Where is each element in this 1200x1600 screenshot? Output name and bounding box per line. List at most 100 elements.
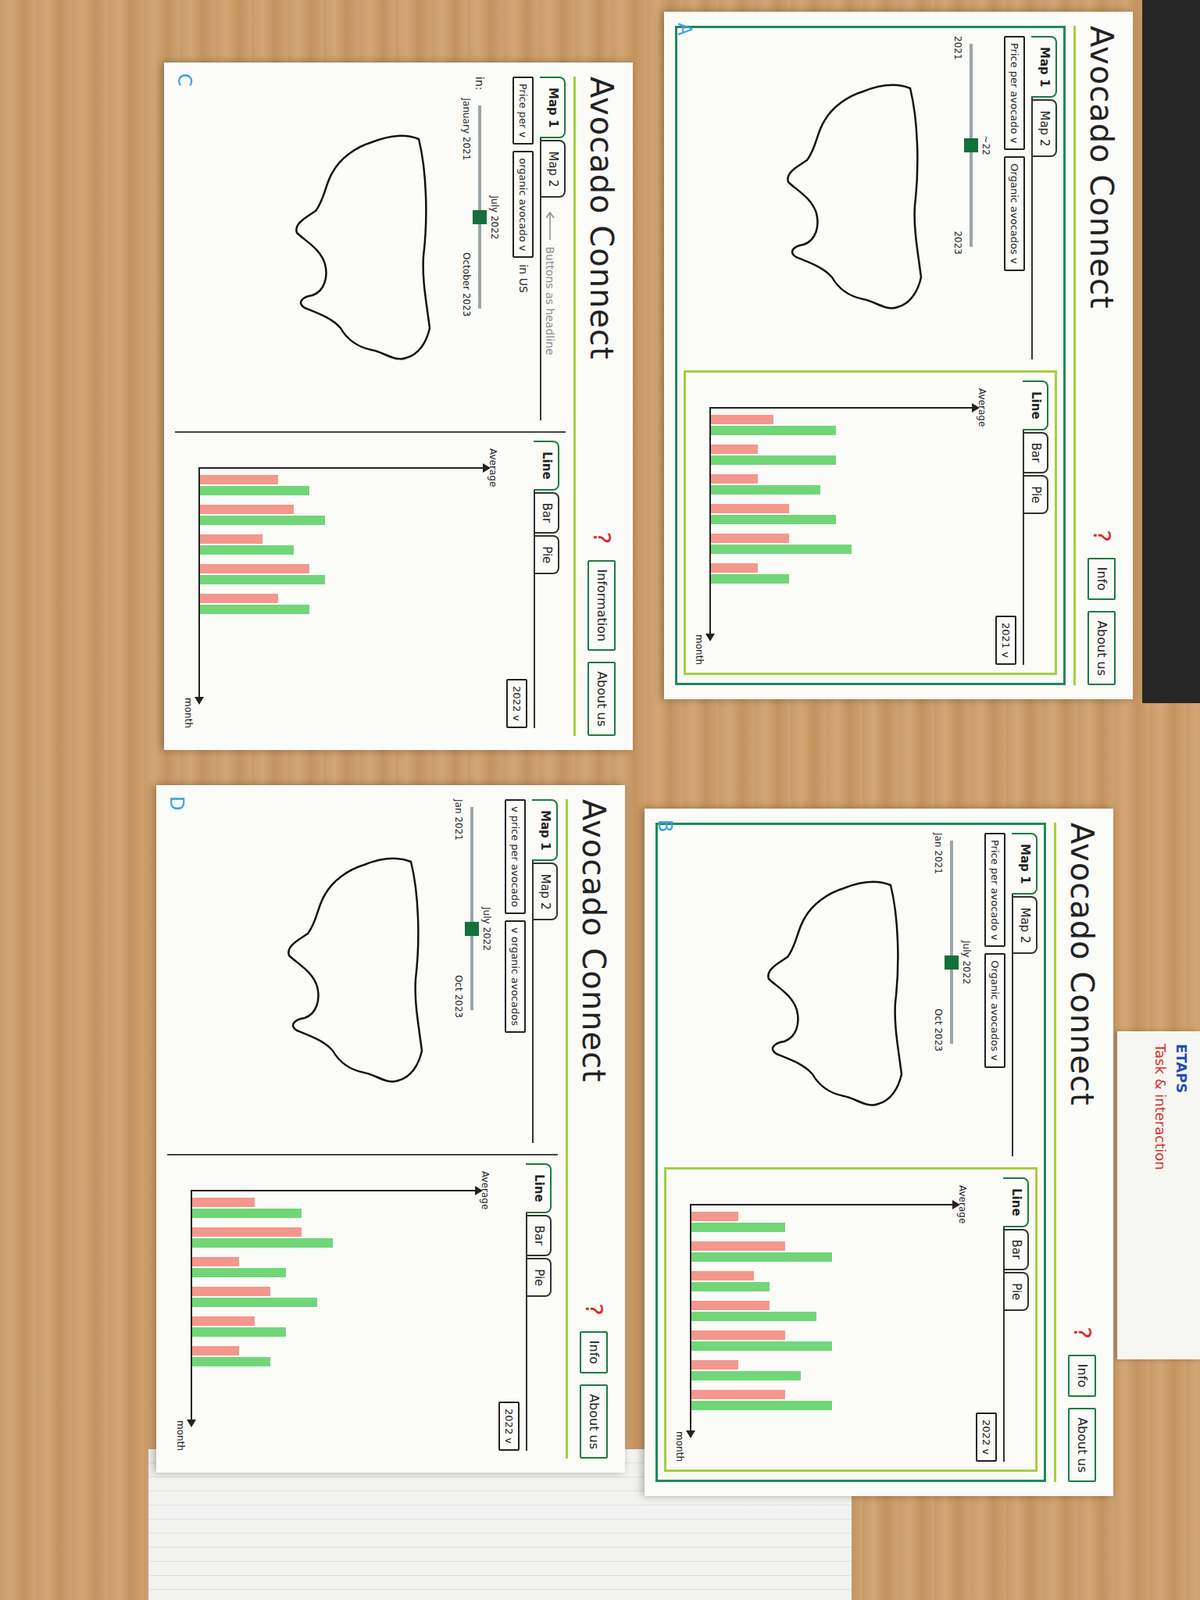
year-dropdown[interactable]: 2021 v (995, 615, 1018, 665)
bar[interactable] (691, 1222, 786, 1233)
bar[interactable] (192, 1257, 240, 1267)
time-slider[interactable]: July 2022Jan 2021Oct 2023 (928, 832, 975, 1052)
header-button[interactable]: Information (588, 560, 617, 652)
bar[interactable] (710, 574, 790, 584)
slider-thumb[interactable] (472, 210, 487, 225)
header-button[interactable]: About us (588, 661, 617, 736)
chart-tab[interactable]: Pie (535, 535, 561, 575)
chart-tab[interactable]: Bar (528, 1214, 553, 1258)
bar[interactable] (710, 485, 821, 495)
bar[interactable] (192, 1346, 240, 1356)
map-tab[interactable]: Map 2 (542, 139, 567, 198)
filter-dropdown[interactable]: Price per avocado v (984, 832, 1007, 947)
bar[interactable] (691, 1400, 833, 1411)
bar[interactable] (710, 425, 836, 436)
chart-tab[interactable]: Bar (1025, 432, 1050, 475)
bar[interactable] (710, 503, 790, 514)
bar[interactable] (200, 504, 294, 515)
bar[interactable] (691, 1282, 770, 1292)
bar[interactable] (691, 1311, 817, 1322)
chart-tab[interactable]: Bar (1005, 1228, 1030, 1272)
time-slider[interactable]: July 2022January 2021October 2023 (456, 97, 504, 317)
bar[interactable] (710, 474, 758, 484)
bar[interactable] (691, 1371, 801, 1381)
map-tab[interactable]: Map 2 (1033, 99, 1058, 158)
filter-dropdown[interactable]: Price per v (512, 76, 535, 145)
map-tab[interactable]: Map 1 (540, 76, 567, 139)
slider-thumb[interactable] (964, 138, 979, 153)
time-slider[interactable]: July 2022Jan 2021Oct 2023 (448, 799, 496, 1018)
bar[interactable] (192, 1208, 302, 1218)
help-button[interactable]: ? (584, 527, 620, 550)
chart-tab[interactable]: Pie (1005, 1271, 1030, 1311)
bar[interactable] (710, 455, 836, 465)
chart-tab[interactable]: Pie (1025, 475, 1050, 515)
us-map-icon[interactable] (285, 123, 450, 374)
bar[interactable] (192, 1286, 271, 1297)
chart-tab[interactable]: Line (1023, 380, 1050, 431)
bar[interactable] (192, 1227, 302, 1237)
bar[interactable] (710, 533, 790, 543)
bar[interactable] (691, 1389, 786, 1400)
bar[interactable] (710, 444, 758, 454)
bar[interactable] (200, 604, 310, 615)
bar[interactable] (200, 515, 325, 525)
slider-thumb[interactable] (944, 955, 959, 970)
header-button[interactable]: About us (580, 1384, 609, 1459)
year-dropdown[interactable]: 2022 v (975, 1412, 998, 1462)
map-tab[interactable]: Map 1 (1012, 832, 1039, 895)
chart-tab[interactable]: Line (534, 440, 561, 491)
bar[interactable] (192, 1316, 255, 1326)
year-dropdown[interactable]: 2022 v (498, 1401, 521, 1451)
bar[interactable] (691, 1241, 786, 1251)
filter-dropdown[interactable]: Price per avocado v (1003, 35, 1026, 150)
bar[interactable] (691, 1341, 833, 1351)
slider-track[interactable]: July 2022 (470, 807, 474, 1011)
chart-tab[interactable]: Line (1003, 1177, 1030, 1228)
slider-track[interactable]: ~22 (969, 43, 973, 247)
bar[interactable] (200, 475, 279, 485)
bar[interactable] (691, 1360, 739, 1370)
bar[interactable] (710, 563, 758, 573)
chart-tab[interactable]: Pie (528, 1257, 553, 1297)
filter-dropdown[interactable]: Organic avocados v (1003, 156, 1026, 271)
filter-dropdown[interactable]: organic avocado v (512, 150, 535, 258)
map-tab[interactable]: Map 1 (1032, 35, 1058, 98)
bar[interactable] (192, 1357, 271, 1367)
bar[interactable] (192, 1267, 286, 1278)
us-map-icon[interactable] (757, 869, 922, 1120)
map-tab[interactable]: Map 2 (534, 862, 559, 921)
bar[interactable] (710, 514, 836, 525)
chart-tab[interactable]: Line (526, 1163, 553, 1214)
header-button[interactable]: Info (1068, 1354, 1097, 1397)
bar[interactable] (691, 1252, 833, 1262)
map-tab[interactable]: Map 1 (532, 799, 559, 861)
bar[interactable] (200, 485, 310, 496)
chart-tab[interactable]: Bar (535, 492, 561, 535)
filter-dropdown[interactable]: Organic avocados v (984, 953, 1007, 1068)
us-map-icon[interactable] (278, 846, 443, 1097)
bar[interactable] (691, 1271, 754, 1281)
help-button[interactable]: ? (1064, 1321, 1100, 1344)
bar[interactable] (691, 1300, 770, 1311)
slider-track[interactable]: July 2022 (950, 840, 954, 1044)
bar[interactable] (192, 1238, 333, 1248)
time-slider[interactable]: ~2220212023 (947, 35, 995, 255)
bar[interactable] (192, 1297, 318, 1308)
header-button[interactable]: About us (1068, 1407, 1097, 1483)
header-button[interactable]: Info (580, 1331, 609, 1374)
header-button[interactable]: About us (1088, 610, 1117, 686)
slider-track[interactable]: July 2022 (478, 105, 482, 309)
help-button[interactable]: ? (576, 1298, 612, 1321)
filter-dropdown[interactable]: v organic avocados (504, 920, 527, 1033)
map-tab[interactable]: Map 2 (1014, 896, 1039, 954)
filter-dropdown[interactable]: v price per avocado (504, 799, 527, 915)
bar[interactable] (200, 593, 279, 604)
help-button[interactable]: ? (1084, 525, 1120, 547)
bar[interactable] (192, 1197, 255, 1208)
year-dropdown[interactable]: 2022 v (506, 678, 529, 729)
bar[interactable] (200, 545, 294, 555)
slider-thumb[interactable] (464, 921, 479, 936)
bar[interactable] (200, 534, 263, 544)
bar[interactable] (200, 575, 325, 585)
